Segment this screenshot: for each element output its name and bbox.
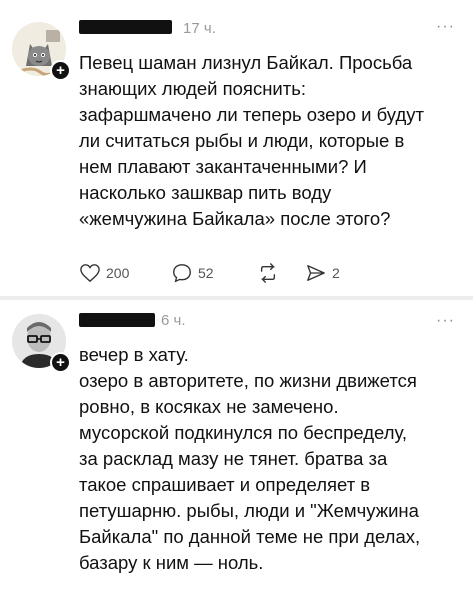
follow-badge[interactable]: + xyxy=(50,352,71,373)
more-options-icon[interactable]: ··· xyxy=(436,312,455,330)
like-button[interactable]: 200 xyxy=(79,262,129,284)
plus-icon: + xyxy=(52,62,69,79)
repost-icon xyxy=(260,263,276,283)
username-redacted[interactable] xyxy=(79,313,155,327)
follow-badge[interactable]: + xyxy=(50,60,71,81)
heart-icon xyxy=(80,264,100,283)
speech-bubble-icon xyxy=(173,264,191,283)
plus-icon: + xyxy=(52,354,69,371)
timestamp: 17 ч. xyxy=(183,20,216,37)
comment-body: вечер в хату. озеро в авторитете, по жиз… xyxy=(79,344,421,573)
comment-body: Певец шаман лизнул Байкал. Просьба знающ… xyxy=(79,52,424,229)
share-button[interactable]: 2 xyxy=(305,262,340,284)
comment-card-1: + 17 ч. ··· Певец шаман лизнул Байкал. П… xyxy=(0,0,473,296)
comment-count: 52 xyxy=(198,265,214,281)
action-bar: 200 52 2 xyxy=(79,262,379,284)
repost-button[interactable] xyxy=(257,262,279,284)
send-icon xyxy=(307,265,325,281)
comment-card-2: + 6 ч. ··· вечер в хату. озеро в авторит… xyxy=(0,300,473,600)
share-count: 2 xyxy=(332,265,340,281)
reply-button[interactable]: 52 xyxy=(171,262,214,284)
timestamp: 6 ч. xyxy=(161,312,186,329)
username-redacted[interactable] xyxy=(79,20,172,34)
like-count: 200 xyxy=(106,265,130,281)
more-options-icon[interactable]: ··· xyxy=(436,18,455,36)
